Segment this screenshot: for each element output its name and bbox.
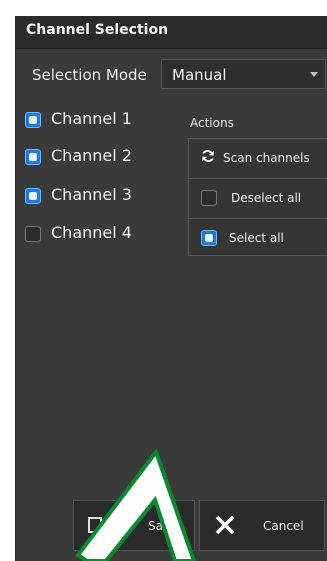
dialog-footer: Save Cancel xyxy=(16,500,327,552)
checkbox-unchecked-icon xyxy=(201,190,217,206)
refresh-icon xyxy=(202,150,214,162)
close-icon xyxy=(215,515,235,535)
selection-mode-label: Selection Mode xyxy=(32,66,147,84)
scan-channels-button[interactable]: Scan channels xyxy=(189,139,327,177)
deselect-all-label: Deselect all xyxy=(231,191,302,205)
cancel-button[interactable]: Cancel xyxy=(199,500,325,551)
actions-group: Scan channels Deselect all Select all xyxy=(188,138,327,256)
checkbox-checked-icon xyxy=(25,149,41,165)
channel-label: Channel 3 xyxy=(51,185,132,204)
checkbox-checked-icon xyxy=(201,230,217,246)
checkbox-checked-icon xyxy=(25,112,41,128)
channel-label: Channel 1 xyxy=(51,109,132,128)
checkbox-checked-icon xyxy=(25,188,41,204)
channel-label: Channel 2 xyxy=(51,146,132,165)
save-icon xyxy=(88,517,102,533)
select-all-label: Select all xyxy=(229,231,284,245)
save-button-label: Save xyxy=(148,519,178,533)
deselect-all-checkbox[interactable]: Deselect all xyxy=(189,178,327,217)
actions-title: Actions xyxy=(190,116,234,130)
channel-label: Channel 4 xyxy=(51,223,132,242)
channel-selection-panel: Channel Selection Selection Mode Manual … xyxy=(15,16,327,561)
save-button[interactable]: Save xyxy=(73,500,195,551)
scan-channels-label: Scan channels xyxy=(223,151,310,165)
checkbox-unchecked-icon xyxy=(25,226,41,242)
cancel-button-label: Cancel xyxy=(263,519,304,533)
selection-mode-value: Manual xyxy=(172,66,227,84)
panel-titlebar: Channel Selection xyxy=(16,16,327,49)
chevron-down-icon xyxy=(310,72,318,77)
select-all-checkbox[interactable]: Select all xyxy=(189,218,327,257)
panel-title: Channel Selection xyxy=(26,22,169,38)
selection-mode-dropdown[interactable]: Manual xyxy=(161,59,326,89)
